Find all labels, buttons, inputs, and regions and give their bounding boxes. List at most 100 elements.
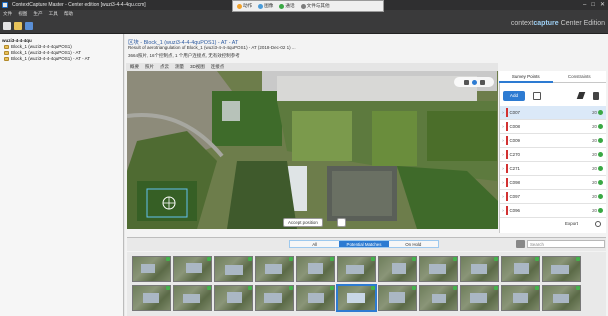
thumb-detail [514,263,529,274]
menu-production[interactable]: 生产 [33,10,42,18]
export-button[interactable]: Export [565,221,578,226]
survey-point-row[interactable]: › C096 20 [500,204,606,218]
marker-bar [506,178,508,187]
marker-bar [506,136,508,145]
delete-point-icon[interactable] [593,92,599,100]
thumb-detail [186,263,202,273]
survey-point-row[interactable]: › C270 20 [500,148,606,162]
photo-thumbnail-selected[interactable] [336,284,377,312]
floatbar-image-label: 图像 [264,3,274,8]
photo-thumbnail[interactable] [460,256,499,282]
photo-search-input[interactable]: Search [527,240,605,248]
add-survey-point-button[interactable]: Add [503,91,525,101]
app-logo-icon [2,2,8,8]
tree-root[interactable]: wuzi3-4-4-4qu [2,38,32,43]
survey-point-row[interactable]: › C097 20 [500,190,606,204]
zoom-fit-icon[interactable] [463,79,469,85]
photo-thumbnail[interactable] [337,256,376,282]
check-icon [494,257,498,261]
floatbar-call[interactable]: 通话 [279,3,295,9]
photo-thumbnail[interactable] [378,285,417,311]
survey-point-row[interactable]: › C098 20 [500,176,606,190]
tab-tie-points[interactable]: 连接点 [211,64,225,70]
delete-icon[interactable] [337,218,346,227]
survey-point-row[interactable]: › C271 20 [500,162,606,176]
tree-item-block-1-at[interactable]: Block_1 (wuzi3-4-4-4quPOS1) - AT [4,50,81,55]
floatbar-image[interactable]: 图像 [258,3,273,9]
close-button[interactable]: ✕ [600,0,605,10]
display-options-icon[interactable] [516,240,525,248]
tab-3d-view[interactable]: 3D视图 [190,64,205,70]
tree-item-label: Block_1 (wuzi3-4-4-4quPOS1) - AT [11,50,81,55]
thumb-detail [471,264,487,274]
accept-position-button[interactable]: Accept position [283,218,323,227]
new-project-icon[interactable] [3,22,11,30]
check-icon [330,257,334,261]
thumb-detail [346,265,364,274]
photo-thumbnail[interactable] [419,285,458,311]
tab-general[interactable]: 概要 [130,64,139,70]
filter-all-button[interactable]: All [290,241,340,247]
point-count: 20 [592,152,597,157]
open-project-icon[interactable] [14,22,22,30]
point-count: 20 [592,110,597,115]
point-name: C097 [509,194,521,199]
photo-thumbnail[interactable] [419,256,458,282]
survey-point-row[interactable]: › C007 20 [500,106,606,120]
tree-item-block-1-at-at[interactable]: Block_1 (wuzi3-4-4-4quPOS1) - AT - AT [4,56,90,61]
filter-potential-matches-button[interactable]: Potential Matches [339,241,389,247]
photo-thumbnail[interactable] [501,256,540,282]
survey-point-row[interactable]: › C008 20 [500,120,606,134]
photo-thumbnail[interactable] [460,285,499,311]
import-icon[interactable] [533,92,541,100]
menu-file[interactable]: 文件 [3,10,12,18]
menu-view[interactable]: 视图 [18,10,27,18]
point-count: 20 [592,124,597,129]
point-name: C271 [509,166,521,171]
photo-thumbnail[interactable] [132,285,171,311]
block-description: Result of aerotriangulation of Block_1 (… [128,45,296,50]
survey-point-row[interactable]: › C009 20 [500,134,606,148]
menu-tools[interactable]: 工具 [49,10,58,18]
tab-photos[interactable]: 照片 [145,64,154,70]
minimize-button[interactable]: – [583,0,586,10]
floatbar-files[interactable]: 文件与其他 [300,3,330,9]
check-icon [330,286,334,290]
tree-item-label: Block_1 (wuzi3-4-4-4quPOS1) - AT - AT [11,56,91,61]
photo-thumbnail[interactable] [255,256,294,282]
photo-thumbnail[interactable] [255,285,294,311]
photo-thumbnail[interactable] [214,285,253,311]
zoom-in-icon[interactable] [471,79,477,85]
tab-surveys[interactable]: 测量 [175,64,184,70]
photo-thumbnail[interactable] [214,256,253,282]
photo-thumbnail[interactable] [501,285,540,311]
aerial-photo-viewer[interactable]: Accept position [127,71,498,229]
photo-thumbnail[interactable] [173,256,212,282]
photo-thumbnail[interactable] [378,256,417,282]
settings-icon[interactable] [479,79,485,85]
check-icon [598,180,603,185]
floatbar-action[interactable]: 动作 [237,3,252,9]
tree-item-block-1[interactable]: Block_1 (wuzi3-4-4-4quPOS1) [4,44,72,49]
menu-help[interactable]: 帮助 [64,10,73,18]
help-icon[interactable] [595,221,601,227]
photo-thumbnail[interactable] [542,285,581,311]
save-project-icon[interactable] [25,22,33,30]
files-icon [300,3,306,9]
photo-thumbnail[interactable] [542,256,581,282]
thumb-detail [265,264,282,274]
filter-on-hold-button[interactable]: On Hold [388,241,438,247]
check-icon [598,110,603,115]
tab-survey-points[interactable]: Survey Points [499,71,553,83]
tab-constraints[interactable]: Constraints [552,71,606,83]
thumb-detail [392,263,406,274]
photo-thumbnail[interactable] [296,285,335,311]
photo-thumbnail[interactable] [173,285,212,311]
point-name: C007 [509,110,521,115]
tab-point-clouds[interactable]: 点云 [160,64,169,70]
viewer-controls [454,77,494,87]
maximize-button[interactable]: □ [591,0,595,10]
photo-thumbnail[interactable] [296,256,335,282]
photo-thumbnail[interactable] [132,256,171,282]
check-icon [371,286,375,290]
